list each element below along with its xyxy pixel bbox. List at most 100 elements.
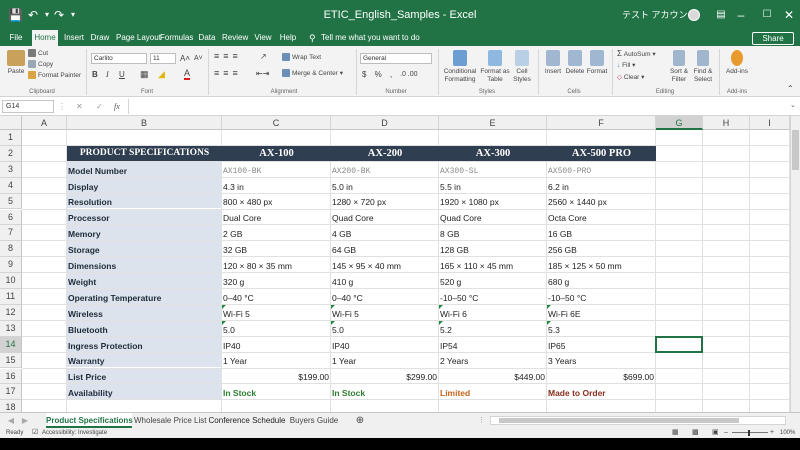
spec-value[interactable]: 3 Years [547,353,656,368]
spec-value[interactable]: 120 × 80 × 35 mm [222,257,331,272]
align-left-icons[interactable]: ≡≡≡ [214,69,242,78]
tab-draw[interactable]: Draw [90,30,110,46]
tab-review[interactable]: Review [222,30,248,46]
tab-split-handle[interactable]: ⋮ [478,417,485,424]
spec-value[interactable]: 8 GB [439,225,547,240]
spec-value[interactable]: 5.5 in [439,178,547,193]
spec-value[interactable]: Dual Core [222,210,331,225]
row-header-11[interactable]: 11 [0,289,22,305]
spec-label[interactable]: Processor [67,209,222,225]
vertical-scrollbar[interactable] [790,116,800,412]
tab-data[interactable]: Data [197,30,217,46]
column-header-i[interactable]: I [750,116,790,130]
spec-value[interactable]: IP40 [331,337,439,352]
spec-value[interactable]: Wi-Fi 6 [439,305,547,320]
maximize-icon[interactable]: ☐ [760,0,774,30]
spec-label[interactable]: List Price [67,368,222,384]
header-cell-model[interactable]: AX-200 [331,145,439,161]
spec-label[interactable]: Bluetooth [67,320,222,336]
spec-value[interactable]: Quad Core [439,210,547,225]
spec-value[interactable]: IP54 [439,337,547,352]
spec-value[interactable]: Limited [439,384,547,399]
zoom-out-icon[interactable]: – [724,428,728,438]
column-header-d[interactable]: D [331,116,439,130]
row-header-13[interactable]: 13 [0,320,22,337]
spec-label[interactable]: Resolution [67,193,222,209]
copy-button[interactable]: Copy [28,60,53,69]
spec-value[interactable]: AX100-BK [222,162,331,177]
row-header-10[interactable]: 10 [0,273,22,289]
tab-help[interactable]: Help [279,30,297,46]
collapse-ribbon-icon[interactable]: ⌃ [787,84,794,93]
spec-value[interactable]: 2 Years [439,353,547,368]
autosum-button[interactable]: Σ AutoSum ▾ [617,49,656,59]
spec-label[interactable]: Wireless [67,304,222,320]
zoom-slider-thumb[interactable] [748,430,750,436]
tab-home[interactable]: Home [32,30,58,46]
delete-cells-button[interactable]: Delete [564,50,586,76]
format-as-table-button[interactable]: Format as Table [480,50,510,84]
share-button[interactable]: Share [752,32,794,45]
prev-sheet-icon[interactable]: ◀ [6,413,16,428]
tab-page-layout[interactable]: Page Layout [116,30,161,46]
number-format-select[interactable]: General [360,53,432,64]
spec-value[interactable]: 185 × 125 × 50 mm [547,257,656,272]
spec-value[interactable]: Wi-Fi 5 [331,305,439,320]
zoom-in-icon[interactable]: + [770,428,774,438]
spec-value[interactable]: 1920 × 1080 px [439,194,547,209]
row-header-5[interactable]: 5 [0,193,22,210]
spec-value[interactable]: 0–40 °C [331,289,439,304]
spec-label[interactable]: Warranty [67,352,222,368]
spec-value[interactable]: 680 g [547,273,656,288]
avatar[interactable] [688,9,700,21]
horizontal-scrollbar[interactable] [490,416,786,425]
fill-button[interactable]: ↓ Fill ▾ [617,61,635,70]
spec-label[interactable]: Memory [67,225,222,241]
row-header-14[interactable]: 14 [0,336,22,353]
insert-cells-button[interactable]: Insert [542,50,564,76]
spec-value[interactable]: 520 g [439,273,547,288]
cancel-entry-icon[interactable]: ✕ [76,100,83,113]
spec-value[interactable]: 5.0 in [331,178,439,193]
header-cell-model[interactable]: AX-300 [439,145,547,161]
row-header-9[interactable]: 9 [0,257,22,274]
spec-value[interactable]: 4 GB [331,225,439,240]
row-header-3[interactable]: 3 [0,161,22,178]
font-color-icon[interactable]: A [184,69,191,80]
row-header-8[interactable]: 8 [0,241,22,258]
spec-label[interactable]: Dimensions [67,257,222,273]
tab-file[interactable]: File [6,30,26,46]
spec-value[interactable]: 16 GB [547,225,656,240]
page-break-view-icon[interactable]: ▣ [712,428,719,438]
borders-icon[interactable]: ▦ [140,70,149,79]
minimize-icon[interactable]: – [734,0,748,30]
shrink-font-icon[interactable]: A˅ [194,54,203,63]
column-header-e[interactable]: E [439,116,547,130]
font-name-select[interactable]: Carlito [91,53,147,64]
spec-value[interactable]: AX500-PRO [547,162,656,177]
header-cell-title[interactable]: PRODUCT SPECIFICATIONS [67,145,222,161]
find-select-button[interactable]: Find & Select [692,50,714,84]
spec-value[interactable]: 4.3 in [222,178,331,193]
font-size-select[interactable]: 11 [150,53,176,64]
spec-label[interactable]: Display [67,177,222,193]
spec-value[interactable]: 0–40 °C [222,289,331,304]
italic-button[interactable]: I [106,70,109,79]
bold-button[interactable]: B [92,70,98,79]
accessibility-status[interactable]: Accessibility: Investigate [42,428,107,438]
spec-label[interactable]: Availability [67,384,222,400]
clear-button[interactable]: ◇ Clear ▾ [617,73,644,82]
spec-value[interactable]: 2 GB [222,225,331,240]
row-header-6[interactable]: 6 [0,209,22,226]
spec-value[interactable]: 1280 × 720 px [331,194,439,209]
number-format-icons[interactable]: $ % , [362,70,395,79]
zoom-slider[interactable] [732,432,768,433]
spec-value[interactable]: 800 × 480 px [222,194,331,209]
spec-value[interactable]: Wi-Fi 6E [547,305,656,320]
sheet-tab-buyers-guide[interactable]: Buyers Guide [288,413,340,428]
spec-value[interactable]: 5.3 [547,321,656,336]
spec-label[interactable]: Storage [67,241,222,257]
ribbon-display-icon[interactable]: ▤ [714,0,728,30]
spec-value[interactable]: IP40 [222,337,331,352]
tell-me-box[interactable]: Tell me what you want to do [321,30,420,46]
